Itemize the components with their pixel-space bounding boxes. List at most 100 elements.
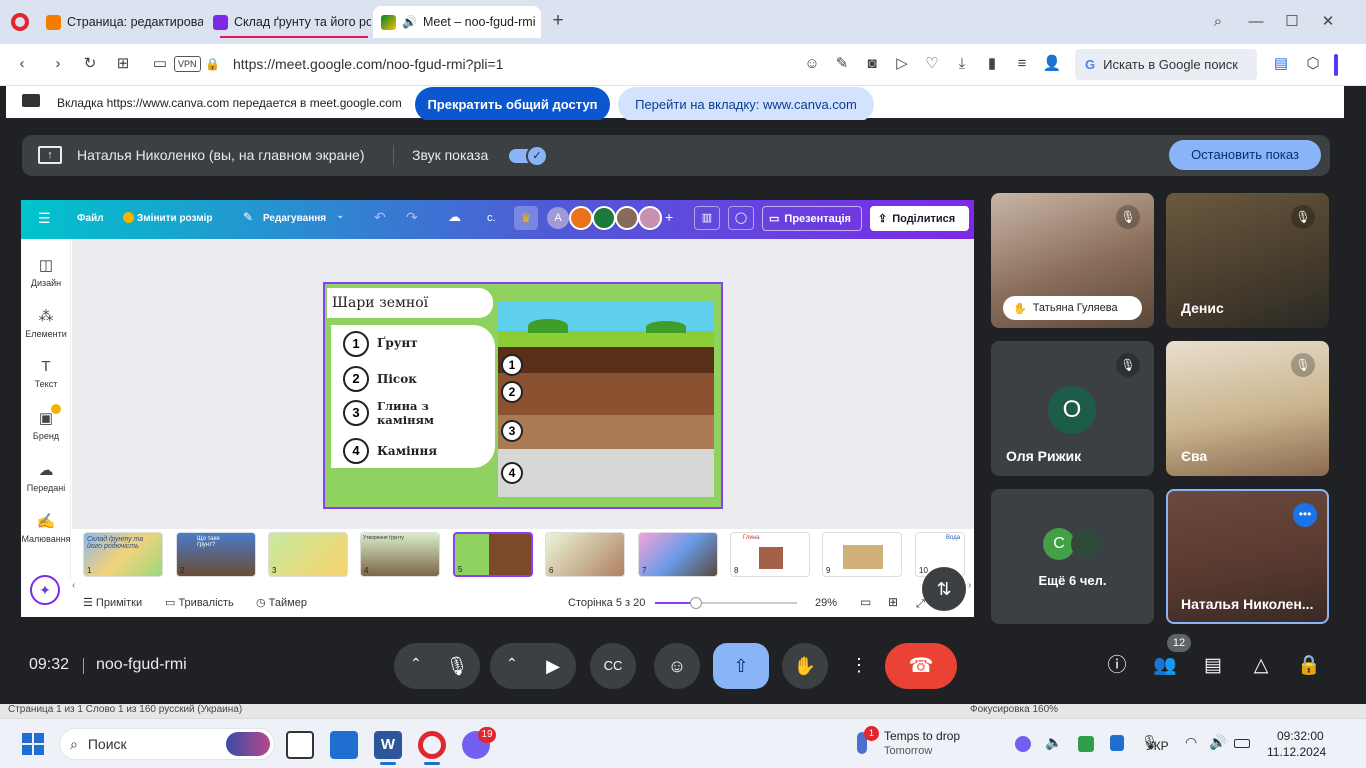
word-icon[interactable]: W	[374, 731, 402, 759]
stop-sharing-button[interactable]: Прекратить общий доступ	[415, 87, 610, 122]
sidebar-uploads[interactable]: ☁ Передані	[21, 461, 71, 493]
avatar[interactable]	[592, 206, 616, 230]
search-tabs-icon[interactable]: ⌕	[1208, 12, 1228, 32]
download-icon[interactable]: ⤓	[952, 54, 972, 74]
battery-tray-icon[interactable]	[1234, 739, 1250, 748]
flow-icon[interactable]: ▷	[892, 54, 912, 74]
sidebar-text[interactable]: T Текст	[21, 358, 71, 389]
slide-thumbnail-current[interactable]: 5	[453, 532, 533, 577]
audio-toggle[interactable]: ✓	[509, 145, 548, 167]
close-window-button[interactable]: ✕	[1316, 12, 1340, 32]
share-button[interactable]: ⇪ Поділитися	[870, 206, 969, 231]
volume-tray-icon[interactable]: 🔈	[1045, 734, 1062, 751]
extensions-icon[interactable]: ⬡	[1303, 54, 1323, 74]
bluetooth-tray-icon[interactable]	[1110, 735, 1124, 751]
slide-thumbnail[interactable]: Утворення ґрунту 4	[360, 532, 440, 577]
slide-thumbnail[interactable]: Глина 8	[730, 532, 810, 577]
stop-presenting-button[interactable]: Остановить показ	[1169, 140, 1321, 170]
menu-resize[interactable]: Змінити розмір	[137, 213, 213, 224]
leave-call-button[interactable]: ☎	[885, 643, 957, 689]
slide-canvas[interactable]: Шари земної поверхні	[323, 282, 723, 509]
scroll-left-icon[interactable]: ‹	[72, 580, 75, 591]
participant-tile[interactable]: 🎙 О Оля Рижик	[991, 341, 1154, 476]
heart-icon[interactable]: ♡	[922, 54, 942, 74]
notes-button[interactable]: ☰ Примітки	[83, 596, 142, 609]
viber-tray-icon[interactable]	[1015, 736, 1031, 752]
menu-edit[interactable]: Редагування	[263, 213, 326, 224]
more-options-icon[interactable]: ⋮	[850, 655, 868, 676]
goto-tab-button[interactable]: Перейти на вкладку: www.canva.com	[618, 87, 874, 122]
forward-icon[interactable]: ›	[48, 54, 68, 74]
speaker-tray-icon[interactable]: 🔊	[1209, 734, 1226, 751]
url-text[interactable]: https://meet.google.com/noo-fgud-rmi?pli…	[233, 56, 503, 72]
grid-view-icon[interactable]: ⊞	[888, 595, 898, 609]
avatar[interactable]	[615, 206, 639, 230]
wifi-tray-icon[interactable]: ◠	[1185, 734, 1197, 751]
camera-icon[interactable]: ▭	[150, 54, 170, 74]
battery-icon[interactable]: ▮	[982, 54, 1002, 74]
present-button[interactable]: ▭ Презентація	[762, 206, 862, 231]
microphone-button[interactable]: 🎙	[434, 643, 480, 689]
windows-start-icon[interactable]	[22, 733, 44, 755]
cloud-icon[interactable]: ☁	[448, 209, 461, 225]
participant-tile-self[interactable]: ••• Наталья Николен...	[1166, 489, 1329, 624]
tab-canva[interactable]: Склад ґрунту та його род	[205, 8, 371, 36]
more-options-button[interactable]: •••	[1293, 503, 1317, 527]
page-view-icon[interactable]: ▭	[860, 595, 871, 609]
slide-thumbnail[interactable]: 9	[822, 532, 902, 577]
edit-icon[interactable]: ✎	[832, 54, 852, 74]
chat-icon[interactable]: ▤	[1199, 652, 1227, 680]
crown-button[interactable]: ♛	[514, 206, 538, 230]
present-now-button[interactable]: ⇧	[713, 643, 769, 689]
duration-button[interactable]: ▭ Тривалість	[165, 596, 234, 609]
sidebar-draw[interactable]: ✍ Малювання	[21, 512, 71, 544]
minimize-button[interactable]: —	[1244, 12, 1268, 32]
camera-button[interactable]: ▶	[530, 643, 576, 689]
shield-tray-icon[interactable]	[1078, 736, 1094, 752]
sidebar-design[interactable]: ◫ Дизайн	[21, 256, 71, 288]
redo-icon[interactable]: ↷	[406, 209, 418, 226]
insights-icon[interactable]: ▥	[694, 206, 720, 230]
slide-thumbnail[interactable]: 7	[638, 532, 718, 577]
emoji-reactions-button[interactable]: ☺	[654, 643, 700, 689]
participant-tile[interactable]: С Ещё 6 чел.	[991, 489, 1154, 624]
opera-logo[interactable]	[11, 13, 29, 31]
magic-button[interactable]: ✦	[30, 575, 60, 605]
menu-icon[interactable]: ≡	[1012, 54, 1032, 74]
raise-hand-button[interactable]: ✋	[782, 643, 828, 689]
add-collaborator-icon[interactable]: +	[665, 209, 673, 225]
google-search-box[interactable]: G Искать в Google поиск	[1075, 49, 1257, 80]
zoom-value[interactable]: 29%	[815, 597, 837, 609]
back-icon[interactable]: ‹	[12, 54, 32, 74]
activities-icon[interactable]: △	[1247, 652, 1275, 680]
speed-dial-icon[interactable]: ⊞	[113, 54, 133, 74]
participant-tile[interactable]: 🎙 ✋ Татьяна Гуляева	[991, 193, 1154, 328]
timer-button[interactable]: ◷ Таймер	[256, 596, 307, 609]
language-indicator[interactable]: УКР	[1146, 739, 1169, 753]
store-icon[interactable]	[330, 731, 358, 759]
host-controls-icon[interactable]: 🔒	[1295, 652, 1323, 680]
avatar[interactable]	[638, 206, 662, 230]
swap-layout-button[interactable]: ⇅	[922, 567, 966, 611]
opera-taskbar-icon[interactable]	[418, 731, 446, 759]
undo-icon[interactable]: ↶	[374, 209, 386, 226]
emoji-icon[interactable]: ☺	[802, 54, 822, 74]
participant-tile[interactable]: 🎙 Денис	[1166, 193, 1329, 328]
vpn-badge[interactable]: VPN	[174, 56, 201, 72]
tab-meet[interactable]: 🔊 Meet – noo-fgud-rmi	[373, 6, 541, 38]
slide-thumbnail[interactable]: Склад ґрунту та його родючість 1	[83, 532, 163, 577]
sidebar-elements[interactable]: ⁂ Елементи	[21, 307, 71, 339]
maximize-button[interactable]: ☐	[1280, 12, 1304, 32]
hamburger-icon[interactable]: ☰	[38, 210, 51, 227]
reload-icon[interactable]: ↻	[80, 54, 100, 74]
task-view-icon[interactable]	[286, 731, 314, 759]
slide-thumbnail[interactable]: Що таке ґрунт? 2	[176, 532, 256, 577]
avatar[interactable]	[569, 206, 593, 230]
scroll-right-icon[interactable]: ›	[968, 580, 971, 591]
fullscreen-icon[interactable]: ⤢	[916, 598, 925, 611]
profile-icon[interactable]: 👤	[1042, 54, 1062, 74]
zoom-slider[interactable]	[655, 597, 797, 609]
people-icon[interactable]: 👥	[1151, 652, 1179, 680]
clock-date[interactable]: 11.12.2024	[1267, 745, 1326, 759]
info-icon[interactable]: ⓘ	[1103, 652, 1131, 680]
